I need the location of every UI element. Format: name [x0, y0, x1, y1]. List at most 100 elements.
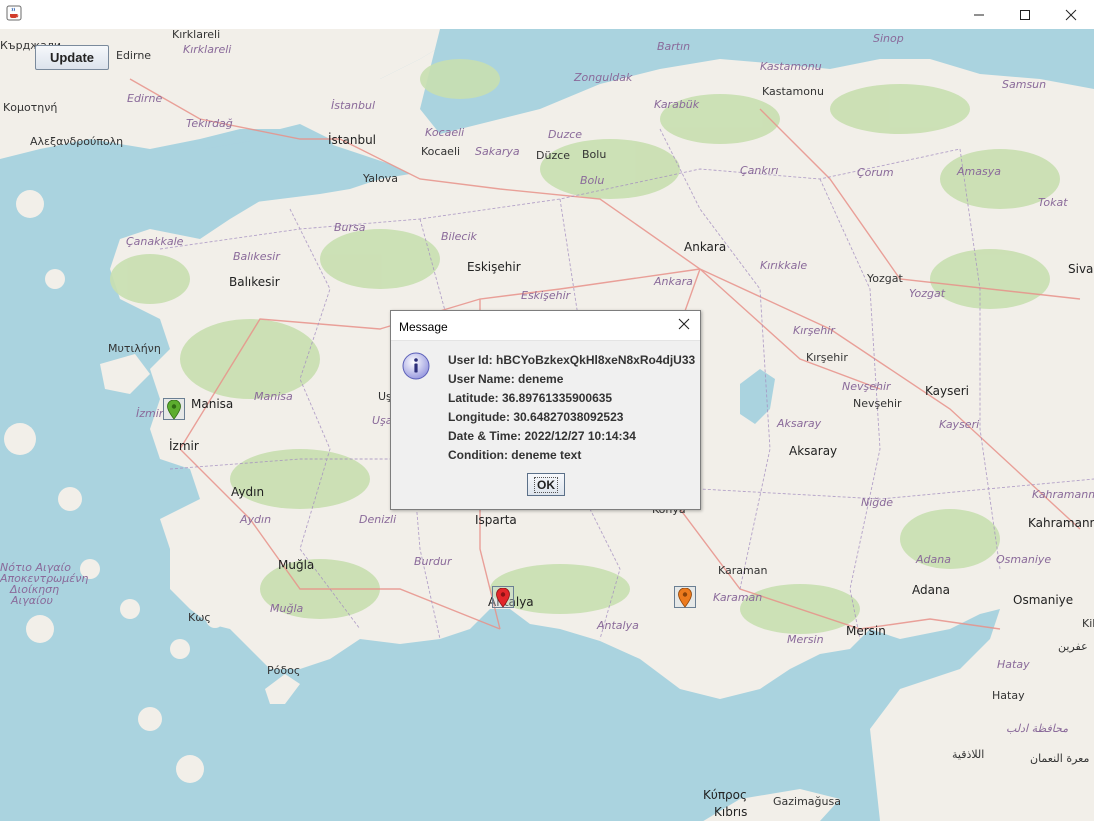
map-label: Nevşehir	[853, 397, 902, 410]
message-dialog: Message User Id: hBCYoBzkexQkHl8xeN8xRo4…	[390, 310, 701, 510]
map-label: Kocaeli	[425, 126, 465, 139]
map-label: Ankara	[684, 240, 727, 254]
map-label: Balıkesir	[233, 250, 280, 263]
map-label: Kayseri	[939, 418, 980, 431]
map-label: Sivas	[1068, 262, 1094, 276]
map-label: Tokat	[1038, 196, 1068, 209]
map-pin-icon	[678, 587, 692, 613]
close-button[interactable]	[1048, 0, 1094, 29]
map-label: Κομοτηνή	[3, 101, 58, 114]
map-label: İstanbul	[331, 99, 376, 112]
map-label: Hatay	[997, 658, 1030, 671]
map-label: Burdur	[414, 555, 452, 568]
marker-red[interactable]	[492, 586, 514, 608]
map-label: Bartın	[657, 40, 691, 53]
map-label: Eskişehir	[467, 260, 521, 274]
map-label: Kastamonu	[762, 85, 824, 98]
map-label: Yozgat	[909, 287, 946, 300]
minimize-icon	[973, 9, 985, 21]
map-label: Çanakkale	[126, 235, 184, 248]
map-label: Adana	[912, 583, 950, 597]
map-label: Bolu	[582, 148, 607, 161]
dialog-line-user-id: User Id: hBCYoBzkexQkHl8xeN8xRo4djU33	[448, 353, 696, 367]
map-label: İzmir	[136, 407, 164, 420]
close-icon	[1065, 9, 1077, 21]
map-label: Eskişehir	[521, 289, 571, 302]
map-label: Düzce	[536, 149, 571, 162]
map-label: Tekirdağ	[186, 117, 233, 130]
map-label: Amasya	[957, 165, 1001, 178]
map-label: Karaman	[718, 564, 768, 577]
dialog-titlebar: Message	[391, 311, 700, 341]
map-label: İstanbul	[328, 133, 377, 147]
window-titlebar	[0, 0, 1094, 29]
maximize-icon	[1019, 9, 1031, 21]
map-label: Kırşehir	[793, 324, 835, 337]
map-label: Mersin	[846, 624, 886, 638]
dialog-line-latitude: Latitude: 36.89761335900635	[448, 391, 613, 405]
map-label: Adana	[916, 553, 951, 566]
map-label: Çorum	[857, 166, 894, 179]
map-label: Μυτιλήνη	[108, 342, 161, 355]
map-label: Antalya	[597, 619, 639, 632]
dialog-line-user-name: User Name: deneme	[448, 372, 564, 386]
maximize-button[interactable]	[1002, 0, 1048, 29]
map-label: معرة النعمان	[1030, 752, 1090, 765]
map-label: اللاذقية	[952, 748, 985, 761]
dialog-line-longitude: Longitude: 30.64827038092523	[448, 410, 624, 424]
ok-button-label: OK	[534, 476, 558, 493]
map-label: Kırklareli	[172, 29, 221, 41]
map-label: Ankara	[654, 275, 693, 288]
map-pin-icon	[496, 587, 510, 613]
map-label: Zonguldak	[574, 71, 633, 84]
map-label: Bilecik	[441, 230, 477, 243]
map-label: Aydın	[240, 513, 272, 526]
info-icon	[401, 351, 431, 381]
map-label: Balıkesir	[229, 275, 280, 289]
map-label: Denizli	[359, 513, 397, 526]
map-label: Muğla	[270, 602, 304, 615]
map-label: Osmaniye	[1013, 593, 1074, 607]
dialog-line-datetime: Date & Time: 2022/12/27 10:14:34	[448, 429, 636, 443]
map-label: Manisa	[254, 390, 293, 403]
marker-orange[interactable]	[674, 586, 696, 608]
map-label: Yozgat	[867, 272, 903, 285]
map-label: Sinop	[873, 32, 904, 45]
map-label: Bursa	[334, 221, 366, 234]
dialog-close-button[interactable]	[674, 316, 694, 336]
map-label: Edirne	[116, 49, 152, 62]
map-label: Kırşehir	[806, 351, 848, 364]
map-label: Aksaray	[777, 417, 822, 430]
map-label: Kırıkkale	[760, 259, 808, 272]
ok-button[interactable]: OK	[527, 473, 565, 496]
marker-green[interactable]	[163, 398, 185, 420]
map-label: Mersin	[787, 633, 824, 646]
map-label: Bolu	[580, 174, 605, 187]
map-label: Yalova	[363, 172, 398, 185]
map-label: Αλεξανδρούπολη	[30, 135, 124, 148]
map-label: Hatay	[992, 689, 1025, 702]
map-label: Osmaniye	[996, 553, 1052, 566]
map-label: Kahramanm	[1032, 488, 1094, 501]
map-label: Κύπρος	[703, 788, 748, 802]
map-pin-icon	[167, 399, 181, 425]
map-label: Nevşehir	[842, 380, 891, 393]
map-label: Çankırı	[740, 164, 779, 177]
map-label: Muğla	[278, 558, 315, 572]
map-label: Samsun	[1002, 78, 1047, 91]
map-label: Kıbrıs	[714, 805, 748, 819]
update-button[interactable]: Update	[35, 45, 109, 70]
map-label: محافظة ادلب	[1006, 722, 1069, 735]
map-label: Karaman	[713, 591, 763, 604]
map-label: İzmir	[169, 439, 199, 453]
map-label: Kil	[1082, 617, 1094, 630]
map-label: Kayseri	[925, 384, 970, 398]
map-label: Aydın	[231, 485, 265, 499]
close-icon	[678, 317, 690, 335]
map-label: Sakarya	[475, 145, 520, 158]
map-label: Isparta	[475, 513, 517, 527]
map-label: Kastamonu	[760, 60, 822, 73]
minimize-button[interactable]	[956, 0, 1002, 29]
map-label: عفرين	[1058, 640, 1088, 653]
map-label: Niğde	[861, 496, 894, 509]
